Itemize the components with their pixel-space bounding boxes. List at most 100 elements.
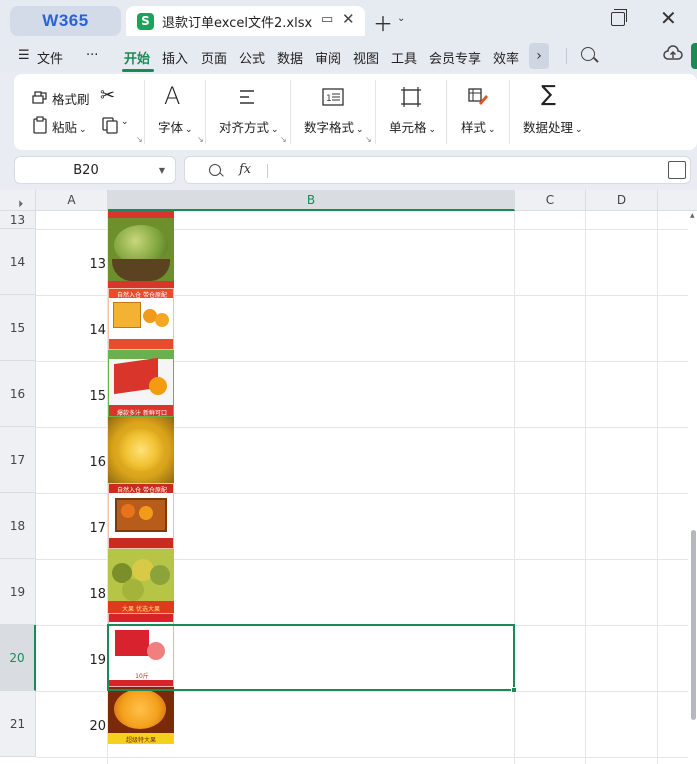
home-tab[interactable]: W365 [10,6,121,36]
cloud-upload-icon[interactable] [663,45,683,63]
menu-tab-member[interactable]: 会员专享 [429,48,481,67]
column-header-c[interactable]: C [515,190,586,211]
column-header-a[interactable]: A [36,190,108,211]
product-image-passion-fruit-basket[interactable] [108,211,174,288]
row-header-20[interactable]: 20 [0,625,36,691]
copy-icon[interactable] [101,116,119,134]
number-format-expand-icon[interactable]: ↘ [365,135,372,144]
style-button[interactable]: 样式 ⌄ [461,117,496,136]
cut-scissors-icon[interactable]: ✂ [100,85,115,106]
product-image-yellow-passion-fruit[interactable] [108,417,174,483]
data-process-button[interactable]: 数据处理 ⌄ [523,117,583,136]
product-image-orange-gift-box[interactable]: 爆款多汁 新鲜可口 [108,350,174,417]
selected-cell-b20[interactable] [107,624,515,691]
cell-a20[interactable]: 19 [37,653,106,668]
formula-bar[interactable]: fx [184,156,691,184]
copy-dropdown-caret[interactable]: ⌄ [121,117,129,127]
column-header-e[interactable] [658,190,697,211]
menu-tab-view[interactable]: 视图 [353,48,379,67]
ribbon-divider [509,80,510,144]
menu-tab-tools[interactable]: 工具 [391,48,417,67]
cell-a16[interactable]: 15 [37,389,106,404]
menu-tab-formula[interactable]: 公式 [239,48,265,67]
number-format-label: 数字格式 [304,120,355,135]
chevron-right-icon[interactable]: › [529,43,549,69]
align-label: 对齐方式 [219,120,270,135]
product-image-orange-box[interactable]: 自然入仓 带仓原配 [108,288,174,350]
close-tab-icon[interactable]: ✕ [342,10,355,28]
chevron-down-icon[interactable]: ▼ [159,166,165,175]
select-all-corner[interactable] [0,190,36,211]
ribbon-divider [375,80,376,144]
ribbon-divider [446,80,447,144]
row-header-16[interactable]: 16 [0,361,36,427]
image-caption: 爆款多汁 新鲜可口 [117,410,167,417]
menu-tab-efficiency[interactable]: 效率 [493,48,519,67]
row-header-17[interactable]: 17 [0,427,36,493]
spreadsheet-file-icon: S [137,12,154,30]
document-tab[interactable]: S 退款订单excel文件2.xlsx ▭ ✕ [126,6,365,36]
scrollbar-thumb[interactable] [691,530,696,720]
cell-button[interactable]: 单元格 ⌄ [389,117,436,136]
align-button[interactable]: 对齐方式 ⌄ [219,117,279,136]
search-icon[interactable] [581,47,595,61]
formula-divider [267,164,268,178]
row-header-15[interactable]: 15 [0,295,36,361]
paste-button[interactable]: 粘贴 ⌄ [52,117,87,136]
fill-handle[interactable] [511,687,517,693]
spreadsheet-grid[interactable]: A B C D 13 14 15 16 17 18 19 20 21 13 14… [0,190,697,764]
cell-a19[interactable]: 18 [37,587,106,602]
document-tab-title: 退款订单excel文件2.xlsx [162,15,313,31]
row-header-13[interactable]: 13 [0,211,36,229]
active-tab-indicator [122,69,154,72]
menu-tab-insert[interactable]: 插入 [162,48,188,67]
restore-window-icon[interactable] [611,9,627,26]
align-expand-icon[interactable]: ↘ [280,135,287,144]
row-header-18[interactable]: 18 [0,493,36,559]
font-button[interactable]: 字体 ⌄ [158,117,193,136]
product-image-orange-crate[interactable]: 自然入仓 带仓原配 [108,483,174,549]
data-process-label: 数据处理 [523,120,574,135]
cell-a15[interactable]: 14 [37,323,106,338]
row-header-19[interactable]: 19 [0,559,36,625]
row-header-14[interactable]: 14 [0,229,36,295]
menu-more-dots[interactable]: ··· [86,48,98,63]
menu-tab-page[interactable]: 页面 [201,48,227,67]
row-header-21[interactable]: 21 [0,691,36,757]
menu-tab-review[interactable]: 审阅 [315,48,341,67]
name-box[interactable]: B20 ▼ [14,156,176,184]
cell-a18[interactable]: 17 [37,521,106,536]
monitor-icon[interactable]: ▭ [321,12,333,27]
menu-tab-home[interactable]: 开始 [124,48,150,67]
menu-divider [566,48,567,64]
cell-icon [401,87,421,107]
style-brush-icon [468,88,488,105]
menu-tab-data[interactable]: 数据 [277,48,303,67]
menu-file[interactable]: 文件 [37,48,63,67]
column-header-d[interactable]: D [586,190,658,211]
format-painter-button[interactable]: 格式刷 [52,89,90,108]
collaboration-button[interactable] [691,43,697,69]
expand-formula-icon[interactable] [668,161,686,179]
number-format-button[interactable]: 数字格式 ⌄ [304,117,364,136]
new-tab-plus-icon[interactable]: ＋ [373,8,393,37]
grid-line [585,211,586,764]
product-image-passion-fruit-pile[interactable]: 大果 优选大果 [108,549,174,613]
font-expand-icon[interactable]: ↘ [197,135,204,144]
cell-a17[interactable]: 16 [37,455,106,470]
chevron-down-icon[interactable]: ⌄ [397,13,405,24]
scroll-up-arrow-icon[interactable]: ▲ [690,212,695,219]
function-fx-icon[interactable]: fx [239,162,251,177]
product-image-orange-passion-fruit[interactable]: 超级特大果 [108,687,174,744]
close-window-icon[interactable]: ✕ [660,6,677,30]
cell-a14[interactable]: 13 [37,257,106,272]
menu-icon[interactable]: ☰ [18,48,30,63]
font-letter-icon: A [164,82,181,110]
clipboard-expand-icon[interactable]: ↘ [136,135,143,144]
zoom-icon[interactable] [209,164,221,176]
cell-label: 单元格 [389,120,427,135]
title-bar: W365 S 退款订单excel文件2.xlsx ▭ ✕ ＋ ⌄ ✕ [0,0,697,40]
font-label: 字体 [158,120,184,135]
column-header-b[interactable]: B [108,190,515,211]
cell-a21[interactable]: 20 [37,719,106,734]
